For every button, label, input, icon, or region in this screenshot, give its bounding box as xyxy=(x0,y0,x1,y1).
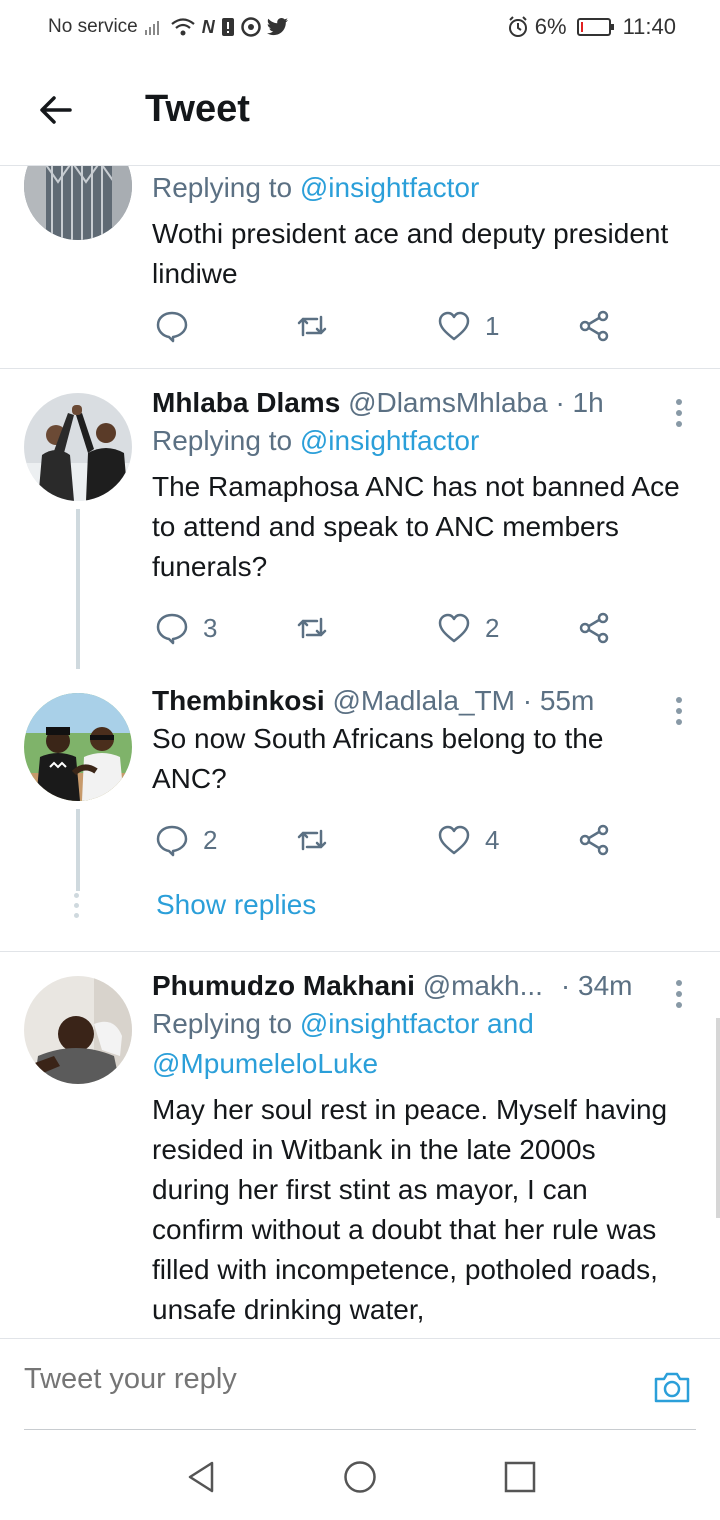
reply-composer xyxy=(0,1338,720,1430)
timestamp: · 1h xyxy=(555,387,604,418)
share-icon xyxy=(579,612,609,644)
tweet-feed[interactable]: Replying to @insightfactor Wothi preside… xyxy=(0,166,720,1338)
retweet-icon xyxy=(297,617,327,639)
mention-link[interactable]: @MpumeleloLuke xyxy=(152,1048,378,1079)
like-button[interactable]: 4 xyxy=(437,823,499,857)
thread-line xyxy=(76,509,80,669)
signal-icon xyxy=(144,21,159,35)
clock: 11:40 xyxy=(622,14,676,39)
mention-link[interactable]: @insightfactor xyxy=(300,425,479,456)
vertical-dots-icon[interactable] xyxy=(676,399,684,429)
tweet-item[interactable]: Phumudzo Makhani @makh... · 34m Replying… xyxy=(0,952,720,1338)
reply-prefix: Replying to xyxy=(152,1008,293,1039)
tweet-item[interactable]: Thembinkosi @Madlala_TM · 55m So now Sou… xyxy=(0,669,720,952)
handle[interactable]: @DlamsMhlaba xyxy=(348,387,548,418)
reply-button[interactable] xyxy=(155,309,203,343)
vertical-dots-icon[interactable] xyxy=(676,697,684,727)
nav-recents-icon[interactable] xyxy=(503,1460,537,1494)
thread-dots-icon xyxy=(74,893,80,923)
avatar[interactable] xyxy=(24,976,132,1084)
tweet-text: So now South Africans belong to the ANC? xyxy=(152,723,604,794)
share-icon xyxy=(579,824,609,856)
reply-input[interactable] xyxy=(24,1363,584,1396)
reply-count: 2 xyxy=(203,824,218,855)
battery-icon xyxy=(576,18,614,36)
display-name[interactable]: Phumudzo Makhani xyxy=(152,968,415,1004)
mention-link[interactable]: @insightfactor xyxy=(300,172,479,203)
reply-prefix: Replying to xyxy=(152,172,293,203)
heart-icon xyxy=(438,825,470,855)
reply-context: Replying to @insightfactor and @Mpumelelo… xyxy=(152,1004,680,1084)
tweet-header: Thembinkosi @Madlala_TM · 55m xyxy=(152,683,680,719)
mention-link[interactable]: @insightfactor and xyxy=(300,1008,534,1039)
avatar[interactable] xyxy=(24,166,132,240)
like-button[interactable]: 1 xyxy=(437,309,499,343)
tweet-item[interactable]: Replying to @insightfactor Wothi preside… xyxy=(0,166,720,369)
status-bar: No service N 6% 11:40 xyxy=(0,0,720,56)
chrome-icon xyxy=(241,17,261,37)
battery-percent: 6% xyxy=(534,14,567,39)
share-icon xyxy=(579,310,609,342)
tweet-text: Wothi president ace and deputy president… xyxy=(152,218,669,289)
thread-line xyxy=(76,809,80,891)
reply-count: 3 xyxy=(203,612,218,643)
top-app-bar: Tweet xyxy=(0,56,720,166)
avatar[interactable] xyxy=(24,393,132,501)
nav-home-icon[interactable] xyxy=(343,1460,377,1494)
alert-icon xyxy=(221,18,234,36)
share-button[interactable] xyxy=(577,611,611,645)
arrow-left-icon[interactable] xyxy=(36,90,76,130)
retweet-icon xyxy=(297,829,327,851)
reply-button[interactable]: 2 xyxy=(155,823,217,857)
alarm-icon xyxy=(508,16,527,37)
tweet-actions: 1 xyxy=(155,309,615,349)
retweet-button[interactable] xyxy=(295,309,343,343)
carrier-label: No service xyxy=(48,16,138,37)
speech-bubble-icon xyxy=(156,311,188,343)
retweet-button[interactable] xyxy=(295,611,343,645)
tweet-header: Mhlaba Dlams @DlamsMhlaba · 1h xyxy=(152,385,680,421)
display-name[interactable]: Mhlaba Dlams xyxy=(152,387,340,418)
tweet-actions: 3 2 xyxy=(155,611,615,651)
heart-icon xyxy=(438,311,470,341)
timestamp: · 34m xyxy=(560,970,633,1001)
tweet-text: May her soul rest in peace. Myself havin… xyxy=(152,1094,668,1325)
reply-context: Replying to @insightfactor xyxy=(152,168,680,208)
display-name[interactable]: Thembinkosi xyxy=(152,685,325,716)
retweet-button[interactable] xyxy=(295,823,343,857)
status-right: 6% 11:40 xyxy=(507,14,676,40)
reply-button[interactable]: 3 xyxy=(155,611,217,645)
handle[interactable]: @makh... xyxy=(423,968,543,1004)
like-count: 4 xyxy=(485,824,500,855)
nav-back-icon[interactable] xyxy=(184,1460,218,1494)
share-button[interactable] xyxy=(577,823,611,857)
tweet-item[interactable]: Mhlaba Dlams @DlamsMhlaba · 1h Replying … xyxy=(0,369,720,669)
reply-prefix: Replying to xyxy=(152,425,293,456)
scrollbar[interactable] xyxy=(716,1018,720,1218)
like-count: 2 xyxy=(485,612,500,643)
page-title: Tweet xyxy=(145,88,250,130)
avatar[interactable] xyxy=(24,693,132,801)
tweet-header: Phumudzo Makhani @makh... · 34m xyxy=(152,968,680,1004)
retweet-icon xyxy=(297,315,327,337)
speech-bubble-icon xyxy=(156,825,188,857)
twitter-bird-icon xyxy=(266,18,288,36)
camera-icon[interactable] xyxy=(652,1367,692,1407)
share-button[interactable] xyxy=(577,309,611,343)
handle[interactable]: @Madlala_TM xyxy=(332,685,514,716)
system-nav-bar xyxy=(0,1430,720,1520)
nfc-icon: N xyxy=(201,16,215,37)
timestamp: · 55m xyxy=(522,685,595,716)
show-replies-link[interactable]: Show replies xyxy=(156,889,316,921)
tweet-actions: 2 4 xyxy=(155,823,615,863)
status-left: No service N xyxy=(48,16,289,38)
tweet-text: The Ramaphosa ANC has not banned Ace to … xyxy=(152,471,680,582)
like-count: 1 xyxy=(485,310,500,341)
heart-icon xyxy=(438,613,470,643)
wifi-icon xyxy=(171,18,195,36)
speech-bubble-icon xyxy=(156,613,188,645)
vertical-dots-icon[interactable] xyxy=(676,980,684,1010)
reply-context: Replying to @insightfactor xyxy=(152,421,680,461)
like-button[interactable]: 2 xyxy=(437,611,499,645)
